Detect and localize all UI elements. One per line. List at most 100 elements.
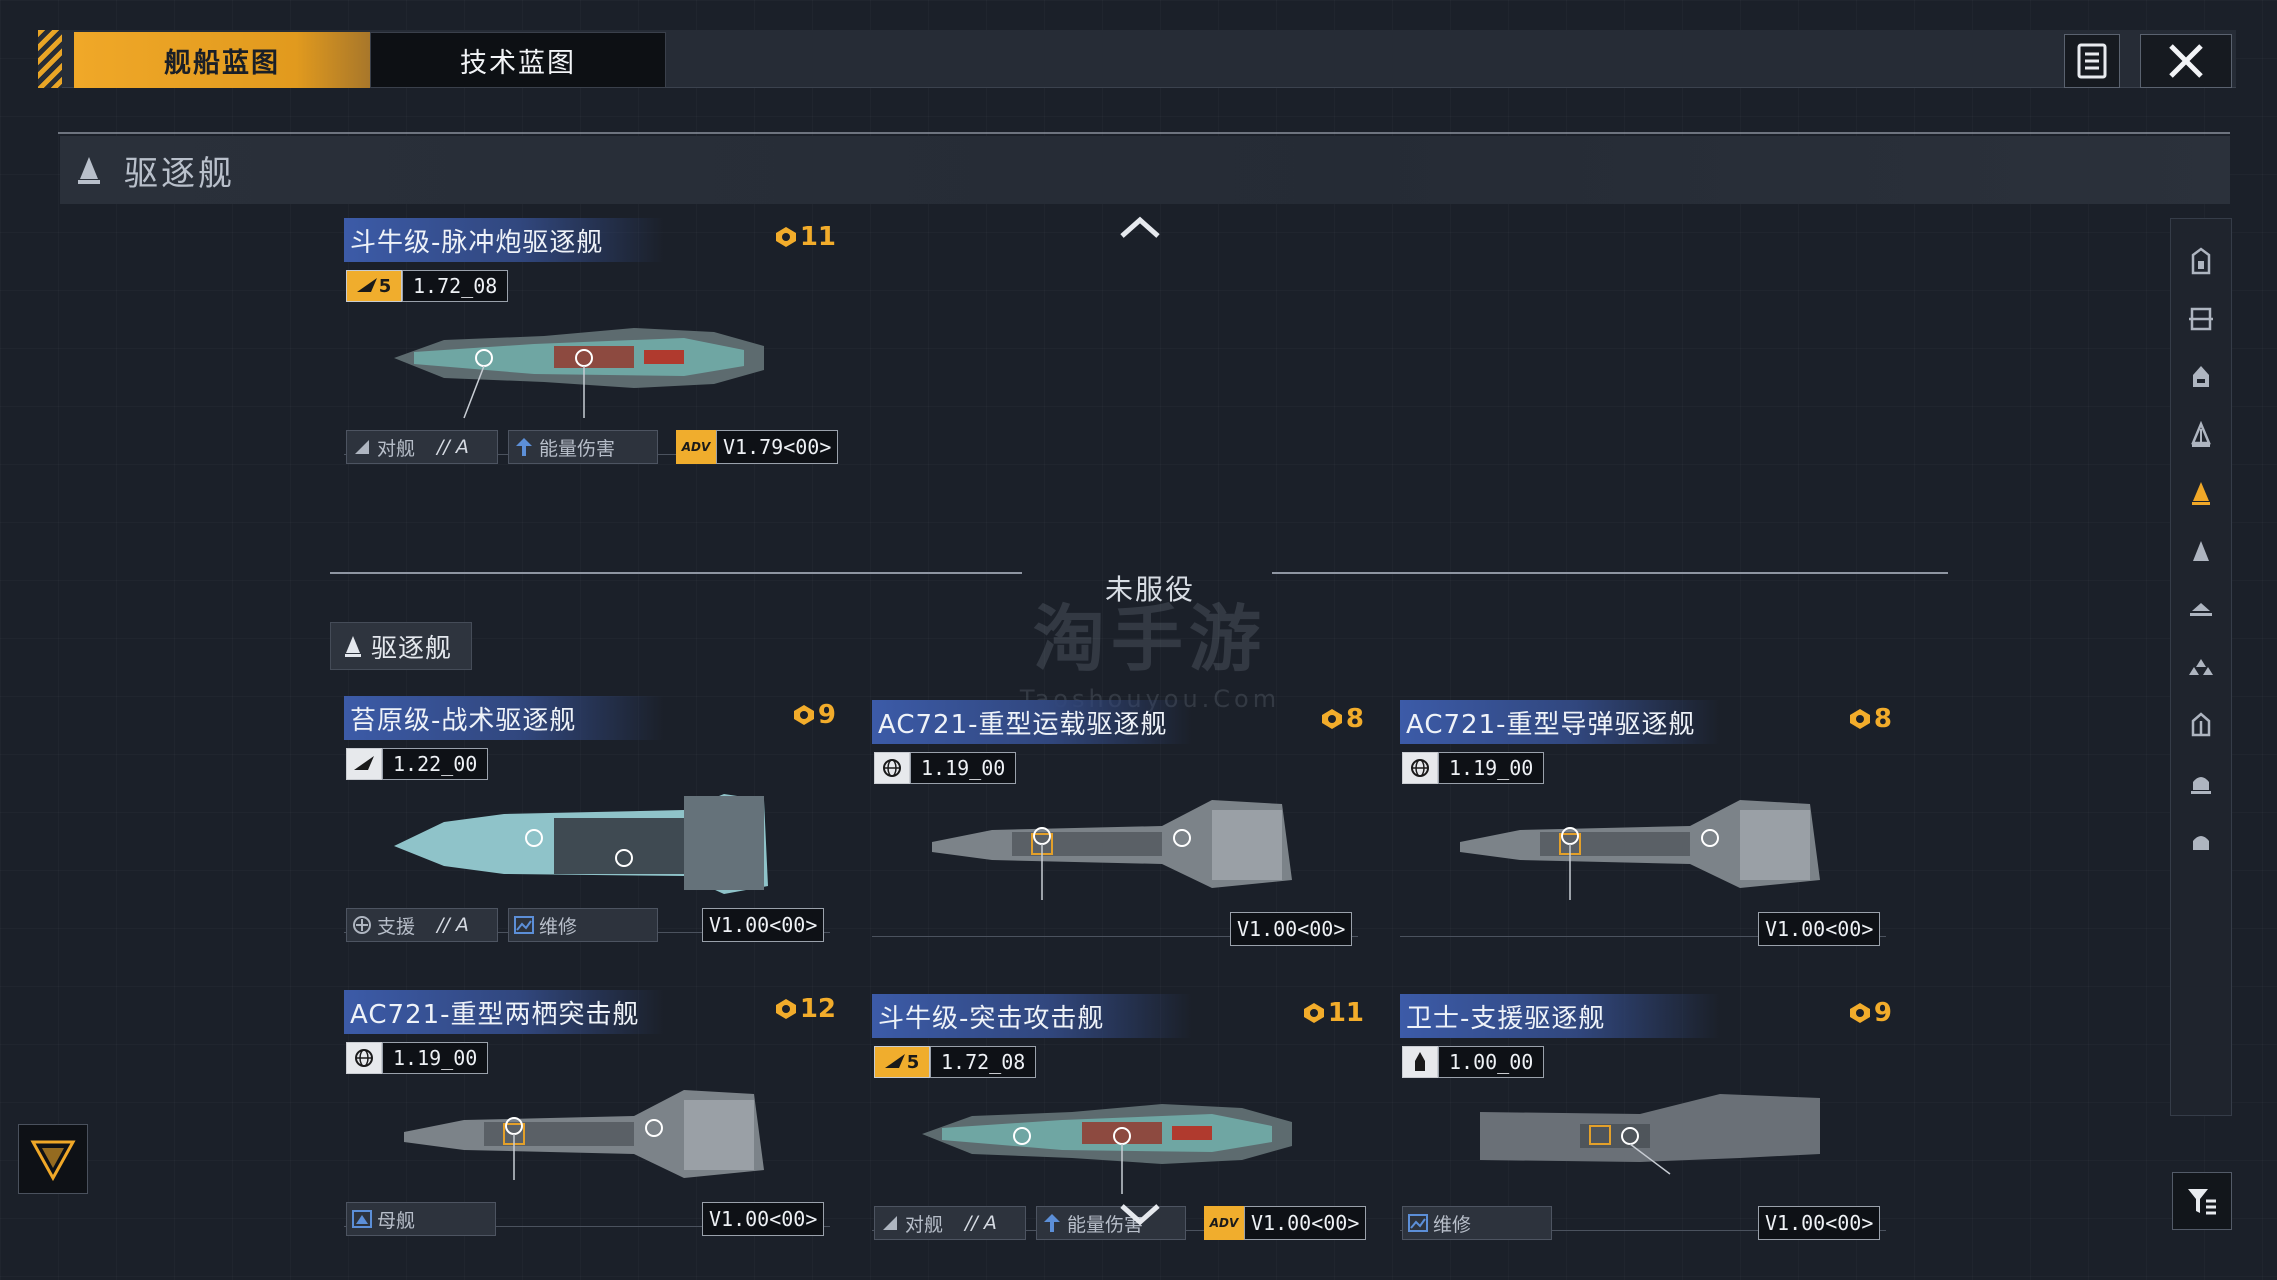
rocket-icon bbox=[1402, 1046, 1438, 1078]
scroll-up-button[interactable] bbox=[1118, 212, 1162, 242]
sidebar-item-frigate[interactable] bbox=[2171, 523, 2231, 579]
energy-damage-icon bbox=[1037, 1207, 1067, 1239]
command-cost-icon bbox=[1849, 1003, 1870, 1023]
close-button[interactable] bbox=[2140, 34, 2232, 88]
sidebar-item-corvette[interactable] bbox=[2171, 581, 2231, 637]
chevron-up-icon bbox=[1120, 216, 1160, 238]
ship-card[interactable]: AC721-重型两栖突击舰 12 1.19_00 母舰 V1.00<00> bbox=[344, 990, 844, 1270]
ship-card[interactable]: AC721-重型运载驱逐舰 8 1.19_00 V1.00<00> bbox=[872, 700, 1372, 980]
ship-tag: 维修 bbox=[508, 908, 658, 942]
list-button[interactable] bbox=[2064, 34, 2120, 88]
ship-card[interactable]: 卫士-支援驱逐舰 9 1.00_00 维修 V1.00<00> bbox=[1400, 994, 1900, 1274]
sidebar-item-cruiser[interactable] bbox=[2171, 349, 2231, 405]
ship-adv-version: V1.00<00> bbox=[702, 908, 825, 942]
command-cost-icon bbox=[1303, 1003, 1324, 1023]
ship-cost: 8 bbox=[1849, 704, 1892, 734]
repair-icon bbox=[1403, 1207, 1433, 1239]
ship-adv-version: V1.00<00> bbox=[1758, 1206, 1881, 1240]
support-icon bbox=[347, 909, 377, 941]
ship-card[interactable]: 斗牛级-突击攻击舰 11 5 1.72_08 对舰 // A 能量伤害 ADV … bbox=[872, 994, 1372, 1274]
ship-role: 对舰 // A bbox=[346, 430, 498, 464]
destroyer-icon bbox=[345, 636, 361, 657]
divider-right bbox=[1272, 572, 1948, 574]
ship-name: 苔原级-战术驱逐舰 bbox=[350, 706, 577, 736]
close-icon bbox=[2169, 44, 2203, 78]
ship-adv-version: V1.00<00> bbox=[702, 1202, 825, 1236]
ship-cost: 8 bbox=[1321, 704, 1364, 734]
ship-cost: 12 bbox=[775, 994, 836, 1024]
ship-adv-version: ADV V1.79<00> bbox=[676, 430, 839, 464]
sidebar-item-cargo[interactable] bbox=[2171, 755, 2231, 811]
tab-ship-blueprints[interactable]: 舰船蓝图 bbox=[74, 32, 370, 88]
ship-tag: 能量伤害 bbox=[1036, 1206, 1186, 1240]
ship-name: 斗牛级-突击攻击舰 bbox=[878, 1004, 1105, 1034]
globe-icon bbox=[874, 752, 910, 784]
command-cost-icon bbox=[793, 705, 814, 725]
ship-card-active[interactable]: 斗牛级-脉冲炮驱逐舰 11 5 1.72_08 对舰 // A 能量伤害 ADV… bbox=[344, 218, 844, 498]
ship-cost: 9 bbox=[1849, 998, 1892, 1028]
anti-ship-icon bbox=[875, 1207, 905, 1239]
ship-class-sidebar bbox=[2170, 218, 2232, 1116]
ship-cost: 9 bbox=[793, 700, 836, 730]
wing-icon bbox=[884, 1054, 905, 1068]
scroll-down-button[interactable] bbox=[1118, 1200, 1162, 1230]
faction-emblem-button[interactable] bbox=[18, 1124, 88, 1194]
chevron-down-icon bbox=[1120, 1204, 1160, 1226]
sidebar-item-station[interactable] bbox=[2171, 697, 2231, 753]
subcategory-tag: 驱逐舰 bbox=[330, 622, 472, 670]
ship-role: 支援 // A bbox=[346, 908, 498, 942]
sidebar-item-battleship[interactable] bbox=[2171, 233, 2231, 289]
section-title: 驱逐舰 bbox=[124, 153, 235, 194]
divider-label: 未服役 bbox=[1104, 573, 1195, 606]
auxiliary-icon bbox=[2193, 836, 2209, 850]
ship-tag: 能量伤害 bbox=[508, 430, 658, 464]
sidebar-item-destroyer[interactable] bbox=[2171, 465, 2231, 521]
ship-image bbox=[1480, 1094, 1820, 1175]
ship-name: AC721-重型导弹驱逐舰 bbox=[1406, 710, 1696, 740]
energy-damage-icon bbox=[509, 431, 539, 463]
corvette-icon bbox=[2190, 603, 2212, 616]
command-cost-icon bbox=[1321, 709, 1342, 729]
ship-image bbox=[1460, 800, 1820, 900]
sidebar-item-carrier[interactable] bbox=[2171, 291, 2231, 347]
adv-badge: ADV bbox=[676, 430, 716, 464]
adv-badge: ADV bbox=[1204, 1206, 1244, 1240]
ship-image bbox=[932, 800, 1292, 900]
command-cost-icon bbox=[775, 999, 796, 1019]
cargo-icon bbox=[2191, 777, 2211, 794]
ship-card[interactable]: AC721-重型导弹驱逐舰 8 1.19_00 V1.00<00> bbox=[1400, 700, 1900, 980]
fighter-icon bbox=[2189, 659, 2213, 675]
carrier-icon bbox=[2189, 307, 2213, 331]
wing-icon bbox=[346, 748, 382, 780]
ship-image bbox=[922, 1104, 1292, 1194]
command-cost-icon bbox=[1849, 709, 1870, 729]
sidebar-item-frigate-light[interactable] bbox=[2171, 407, 2231, 463]
ship-role: 母舰 bbox=[346, 1202, 496, 1236]
list-icon bbox=[2077, 43, 2107, 79]
sidebar-item-auxiliary[interactable] bbox=[2171, 813, 2231, 869]
tab-tech-blueprints[interactable]: 技术蓝图 bbox=[370, 32, 666, 88]
ship-role: 维修 bbox=[1402, 1206, 1552, 1240]
top-hazard-stripe bbox=[38, 30, 62, 88]
filter-icon bbox=[2188, 1189, 2216, 1215]
ship-name: 卫士-支援驱逐舰 bbox=[1406, 1004, 1606, 1034]
ship-image bbox=[394, 794, 768, 894]
ship-adv-version: V1.00<00> bbox=[1758, 912, 1881, 946]
ship-image bbox=[404, 1090, 764, 1180]
sidebar-item-fighter[interactable] bbox=[2171, 639, 2231, 695]
destroyer-icon bbox=[2192, 482, 2210, 505]
ship-card[interactable]: 苔原级-战术驱逐舰 9 1.22_00 支援 // A 维修 V1.00<00> bbox=[344, 696, 844, 976]
section-divider-line bbox=[58, 132, 2230, 134]
ship-name: 斗牛级-脉冲炮驱逐舰 bbox=[350, 228, 604, 258]
repair-icon bbox=[509, 909, 539, 941]
ship-name: AC721-重型两栖突击舰 bbox=[350, 1000, 640, 1030]
frigate-icon bbox=[2193, 541, 2209, 561]
globe-icon bbox=[346, 1042, 382, 1074]
ship-role: 对舰 // A bbox=[874, 1206, 1026, 1240]
section-header: 驱逐舰 bbox=[60, 136, 2230, 204]
wing-icon bbox=[356, 278, 377, 292]
cruiser-icon bbox=[2193, 366, 2209, 387]
station-icon bbox=[2191, 712, 2211, 737]
filter-button[interactable] bbox=[2172, 1172, 2232, 1230]
globe-icon bbox=[1402, 752, 1438, 784]
